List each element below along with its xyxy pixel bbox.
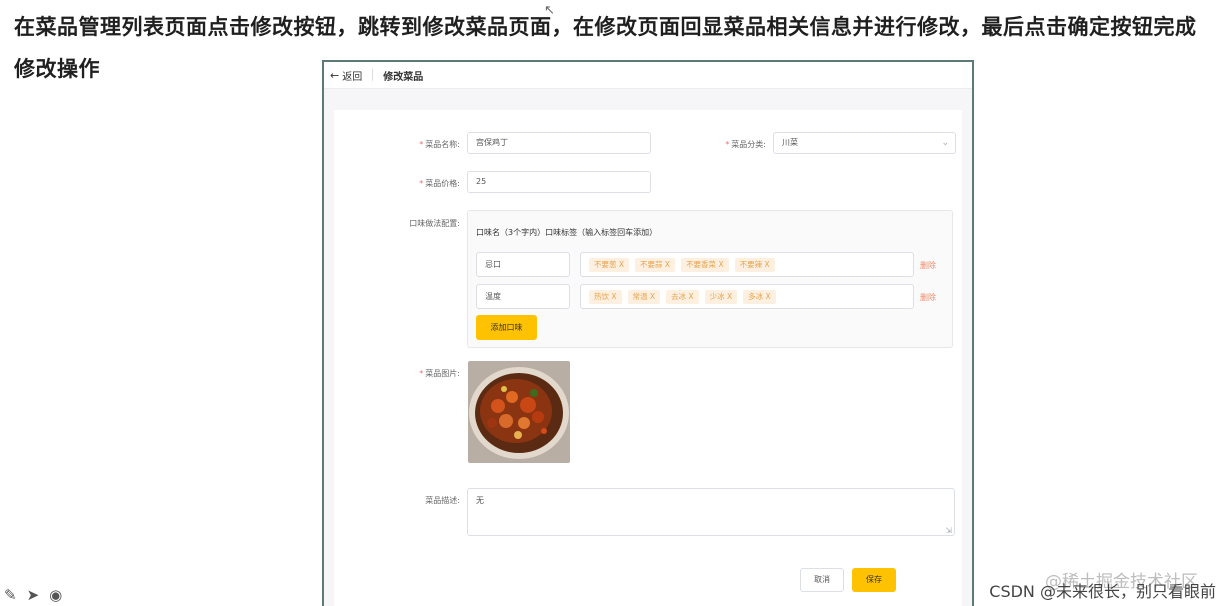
csdn-watermark: CSDN @未来很长，别只看眼前 <box>989 582 1216 601</box>
header-divider <box>372 69 374 81</box>
image-label: * 菜品图片: <box>419 369 460 378</box>
name-input[interactable]: 宫保鸡丁 <box>467 132 651 154</box>
back-button[interactable]: ← 返回 <box>324 68 362 83</box>
annotation-toolbar: ✎ ➤ ◉ <box>4 586 62 604</box>
price-input[interactable]: 25 <box>467 171 651 193</box>
resize-handle-icon[interactable]: ⇲ <box>945 526 952 535</box>
flavor-tag[interactable]: 不要香菜 X <box>681 257 729 272</box>
description-label: 菜品描述: <box>425 496 460 505</box>
chevron-down-icon: ⌄ <box>941 138 949 148</box>
dish-photo[interactable] <box>468 361 570 463</box>
flavor-tag[interactable]: 常温 X <box>627 289 661 304</box>
flavor-label: 口味做法配置: <box>409 219 460 228</box>
flavor-name-input[interactable]: 忌口 <box>476 252 570 277</box>
flavor-tag[interactable]: 少冰 X <box>704 289 738 304</box>
edit-dish-screenshot: ← 返回 修改菜品 * 菜品名称: 宫保鸡丁 * 菜品分类: 川菜 ⌄ * 菜品价格:… <box>322 60 974 606</box>
pointer-icon[interactable]: ➤ <box>27 586 40 604</box>
description-value: 无 <box>476 496 484 505</box>
record-icon[interactable]: ◉ <box>49 586 62 604</box>
flavor-tag[interactable]: 不要葱 X <box>589 257 630 272</box>
delete-flavor-button[interactable]: 删除 <box>920 260 936 271</box>
flavor-name-input[interactable]: 温度 <box>476 284 570 309</box>
delete-flavor-button[interactable]: 删除 <box>920 292 936 303</box>
page-header: ← 返回 修改菜品 <box>324 62 972 89</box>
save-button[interactable]: 保存 <box>852 568 896 592</box>
category-value: 川菜 <box>782 138 798 147</box>
back-label: 返回 <box>342 71 363 83</box>
flavor-header: 口味名（3个字内）口味标签（输入标签回车添加） <box>476 228 658 237</box>
add-flavor-button[interactable]: 添加口味 <box>476 315 537 340</box>
form-card: * 菜品名称: 宫保鸡丁 * 菜品分类: 川菜 ⌄ * 菜品价格: 25 口味做法配置… <box>334 110 962 606</box>
name-label: * 菜品名称: <box>419 140 460 149</box>
flavor-config-box: 口味名（3个字内）口味标签（输入标签回车添加） 忌口 不要葱 X 不要蒜 X 不… <box>467 210 953 348</box>
flavor-tags-input[interactable]: 不要葱 X 不要蒜 X 不要香菜 X 不要辣 X <box>580 252 914 277</box>
flavor-tag[interactable]: 热饮 X <box>589 289 622 304</box>
cancel-button[interactable]: 取消 <box>800 568 844 592</box>
pen-icon[interactable]: ✎ <box>4 586 17 604</box>
mouse-cursor-icon: ↖ <box>544 3 555 18</box>
description-textarea[interactable]: 无 ⇲ <box>467 488 955 536</box>
flavor-tag[interactable]: 不要蒜 X <box>635 257 676 272</box>
category-label: * 菜品分类: <box>725 140 766 149</box>
flavor-tag[interactable]: 去冰 X <box>666 289 699 304</box>
flavor-tag[interactable]: 多冰 X <box>743 289 776 304</box>
flavor-tags-input[interactable]: 热饮 X 常温 X 去冰 X 少冰 X 多冰 X <box>580 284 914 309</box>
category-select[interactable]: 川菜 ⌄ <box>773 132 956 154</box>
page-title: 修改菜品 <box>383 71 424 83</box>
flavor-tag[interactable]: 不要辣 X <box>734 257 775 272</box>
price-label: * 菜品价格: <box>419 179 460 188</box>
back-arrow-icon: ← <box>330 68 340 82</box>
